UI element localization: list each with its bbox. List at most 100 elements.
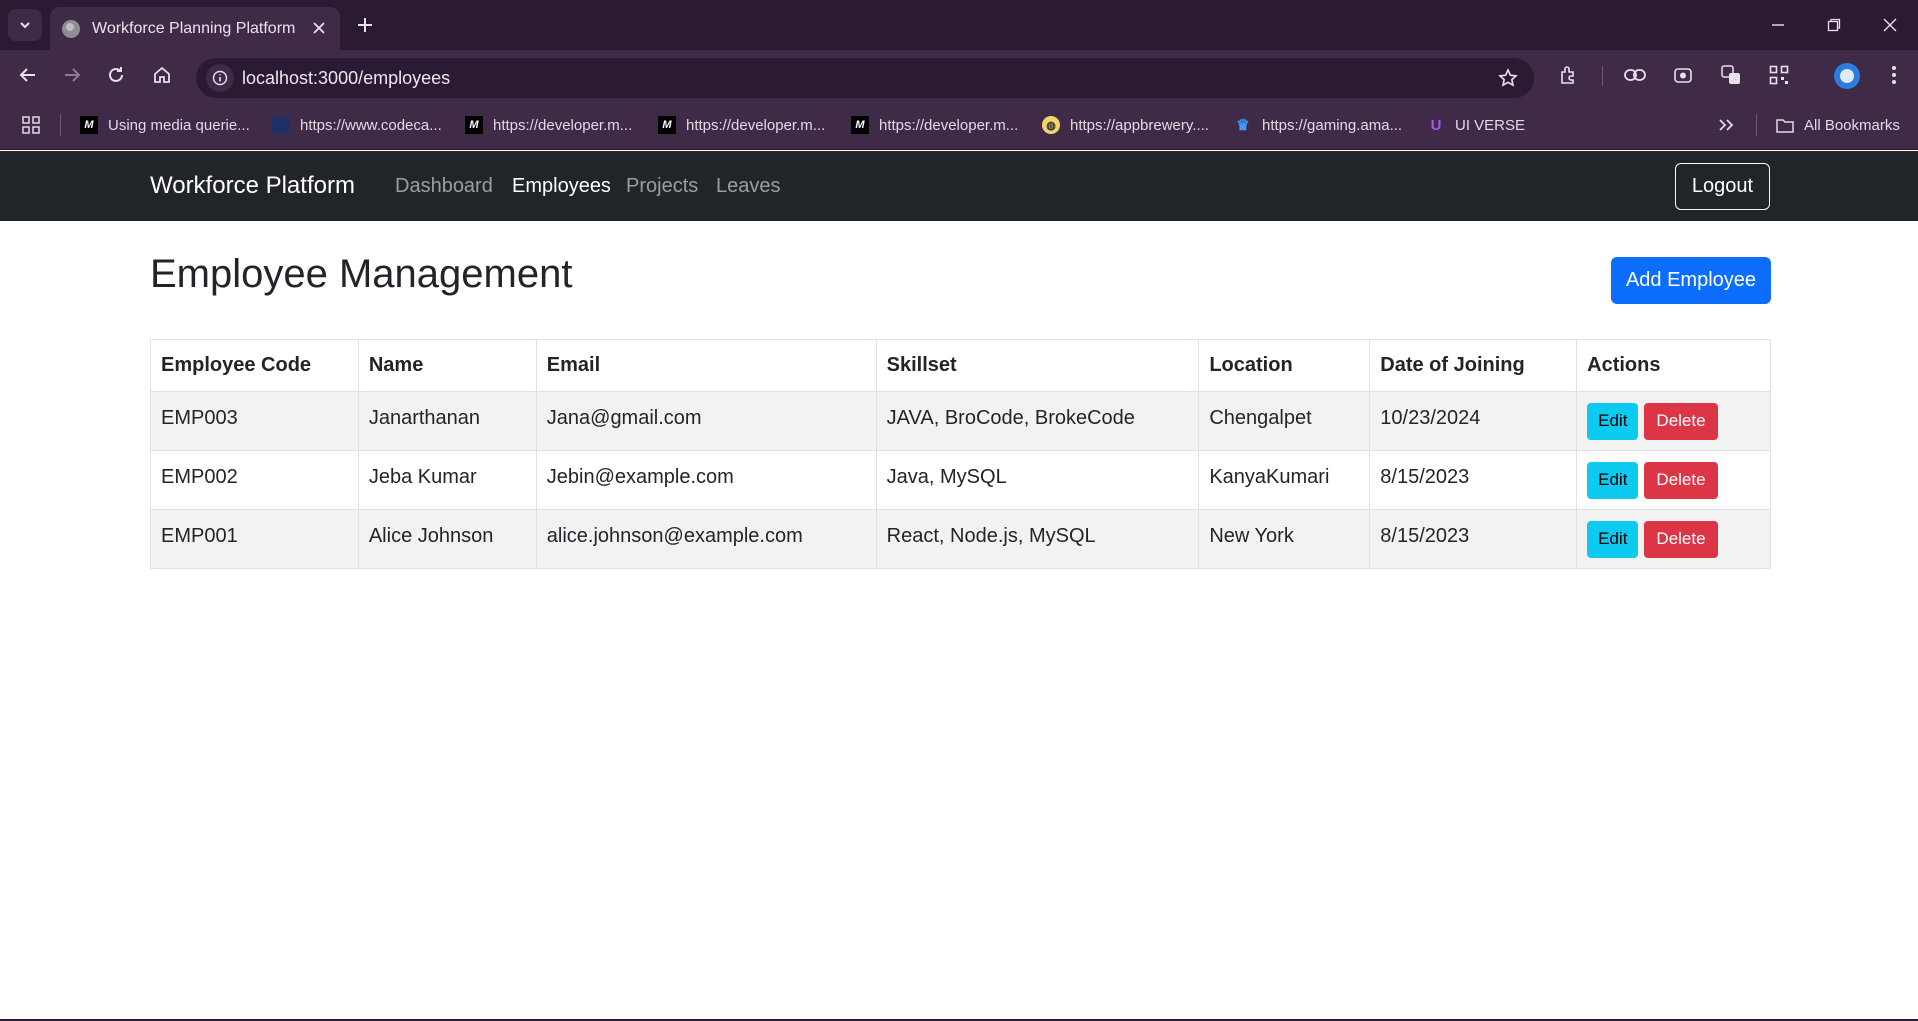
minimize-button[interactable] bbox=[1750, 0, 1806, 50]
bookmark-star-icon[interactable] bbox=[1496, 66, 1520, 90]
apps-grid-icon[interactable] bbox=[22, 114, 40, 136]
tab-title: Workforce Planning Platform bbox=[92, 19, 296, 37]
table-row: EMP002 Jeba Kumar Jebin@example.com Java… bbox=[150, 450, 1771, 510]
cell-text: Jana@gmail.com bbox=[546, 406, 702, 429]
screenshot-icon[interactable] bbox=[1667, 59, 1699, 91]
bookmark-item[interactable]: Mhttps://developer.m... bbox=[658, 114, 825, 136]
cell-email: Jana@gmail.com bbox=[535, 391, 877, 451]
profile-avatar-icon[interactable] bbox=[1834, 63, 1860, 89]
cell-location: Chengalpet bbox=[1198, 391, 1371, 451]
minimize-icon bbox=[1772, 24, 1784, 26]
cell-text: EMP003 bbox=[161, 406, 238, 429]
bookmark-label: https://developer.m... bbox=[493, 116, 633, 134]
mdn-icon: M bbox=[851, 116, 869, 134]
tab-search-button[interactable] bbox=[8, 9, 42, 41]
close-icon bbox=[1883, 18, 1897, 32]
bookmark-label: Using media querie... bbox=[108, 116, 250, 134]
delete-button[interactable]: Delete bbox=[1644, 520, 1718, 558]
bookmark-item[interactable]: ♛ https://gaming.ama... bbox=[1234, 114, 1402, 136]
appbrewery-icon: ◍ bbox=[1042, 116, 1060, 134]
qr-code-icon[interactable] bbox=[1763, 59, 1795, 91]
extensions-icon[interactable] bbox=[1553, 59, 1585, 91]
app-navbar: Workforce Platform Dashboard Employees P… bbox=[0, 151, 1918, 221]
toolbar-divider bbox=[1602, 66, 1603, 86]
cell-name: Alice Johnson bbox=[357, 509, 537, 569]
forward-button[interactable] bbox=[56, 59, 88, 91]
employees-table: Employee Code Name Email Skillset Locati… bbox=[150, 339, 1771, 569]
cell-date-of-joining: 8/15/2023 bbox=[1369, 509, 1578, 569]
cell-employee-code: EMP002 bbox=[150, 450, 359, 510]
site-info-icon[interactable] bbox=[206, 64, 234, 92]
crown-icon: ♛ bbox=[1236, 117, 1250, 134]
brand-link[interactable]: Workforce Platform bbox=[150, 172, 355, 200]
bookmark-label: https://developer.m... bbox=[879, 116, 1019, 134]
cell-text: Jeba Kumar bbox=[368, 465, 477, 488]
column-header[interactable]: Date of Joining bbox=[1369, 339, 1578, 392]
link-icon[interactable] bbox=[1619, 59, 1651, 91]
cell-text: 10/23/2024 bbox=[1380, 406, 1481, 429]
home-button[interactable] bbox=[146, 59, 178, 91]
bookmark-item[interactable]: Mhttps://developer.m... bbox=[851, 114, 1018, 136]
menu-kebab-icon[interactable] bbox=[1878, 59, 1910, 91]
page-title: Employee Management bbox=[150, 252, 573, 296]
all-bookmarks-button[interactable]: All Bookmarks bbox=[1776, 114, 1900, 136]
cell-email: alice.johnson@example.com bbox=[535, 509, 877, 569]
cell-text: React, Node.js, MySQL bbox=[886, 524, 1096, 547]
bookmark-label: https://appbrewery.... bbox=[1070, 116, 1209, 134]
cell-text: Janarthanan bbox=[368, 406, 481, 429]
url-text: localhost:3000/employees bbox=[242, 68, 451, 88]
edit-button[interactable]: Edit bbox=[1587, 402, 1639, 440]
table-row: EMP001 Alice Johnson alice.johnson@examp… bbox=[150, 509, 1771, 569]
bookmark-item[interactable]: https://www.codeca... bbox=[272, 114, 442, 136]
cell-location: New York bbox=[1198, 509, 1371, 569]
translate-icon[interactable] bbox=[1715, 59, 1747, 91]
cell-location: KanyaKumari bbox=[1198, 450, 1371, 510]
cell-actions: Edit Delete bbox=[1576, 450, 1771, 510]
bookmarks-overflow-icon[interactable] bbox=[1718, 114, 1734, 136]
edit-button[interactable]: Edit bbox=[1587, 461, 1639, 499]
bookmark-label: https://developer.m... bbox=[686, 116, 826, 134]
column-header[interactable]: Employee Code bbox=[150, 339, 359, 392]
cell-actions: Edit Delete bbox=[1576, 509, 1771, 569]
bookmark-label: UI VERSE bbox=[1455, 116, 1526, 134]
column-header[interactable]: Location bbox=[1198, 339, 1371, 392]
cell-text: Chengalpet bbox=[1209, 406, 1312, 429]
chevron-down-icon bbox=[20, 22, 30, 29]
bookmark-item[interactable]: M Using media querie... bbox=[80, 114, 250, 136]
new-tab-button[interactable] bbox=[350, 10, 380, 40]
globe-icon bbox=[62, 19, 80, 38]
arrow-left-icon bbox=[19, 68, 35, 82]
restore-button[interactable] bbox=[1806, 0, 1862, 50]
column-header[interactable]: Email bbox=[535, 339, 877, 392]
cell-text: 8/15/2023 bbox=[1380, 465, 1470, 488]
cell-employee-code: EMP003 bbox=[150, 391, 359, 451]
add-employee-button[interactable]: Add Employee bbox=[1611, 257, 1771, 304]
bookmarks-bar: M Using media querie... https://www.codec… bbox=[0, 100, 1918, 150]
nav-employees[interactable]: Employees bbox=[512, 175, 611, 198]
bookmark-item[interactable]: Mhttps://developer.m... bbox=[465, 114, 632, 136]
logout-button[interactable]: Logout bbox=[1675, 163, 1770, 210]
close-tab-icon[interactable] bbox=[308, 17, 330, 39]
cell-text: Java, MySQL bbox=[886, 465, 1007, 488]
back-button[interactable] bbox=[12, 59, 44, 91]
bookmark-item[interactable]: ◍ https://appbrewery.... bbox=[1042, 114, 1209, 136]
edit-button[interactable]: Edit bbox=[1587, 520, 1639, 558]
address-bar[interactable]: localhost:3000/employees bbox=[196, 58, 1534, 98]
cell-date-of-joining: 10/23/2024 bbox=[1369, 391, 1578, 451]
browser-tab-active[interactable]: Workforce Planning Platform bbox=[50, 7, 340, 50]
nav-dashboard[interactable]: Dashboard bbox=[395, 175, 493, 198]
delete-button[interactable]: Delete bbox=[1644, 461, 1718, 499]
cell-name: Jeba Kumar bbox=[357, 450, 537, 510]
nav-leaves[interactable]: Leaves bbox=[716, 175, 781, 198]
cell-text: EMP001 bbox=[161, 524, 238, 547]
column-header[interactable]: Actions bbox=[1576, 339, 1771, 392]
bookmark-item[interactable]: U UI VERSE bbox=[1427, 114, 1525, 136]
all-bookmarks-label: All Bookmarks bbox=[1804, 116, 1900, 134]
column-header[interactable]: Skillset bbox=[875, 339, 1200, 392]
cell-text: JAVA, BroCode, BrokeCode bbox=[886, 406, 1135, 429]
reload-button[interactable] bbox=[100, 59, 132, 91]
close-window-button[interactable] bbox=[1862, 0, 1918, 50]
column-header[interactable]: Name bbox=[357, 339, 537, 392]
delete-button[interactable]: Delete bbox=[1644, 402, 1718, 440]
nav-projects[interactable]: Projects bbox=[626, 175, 698, 198]
